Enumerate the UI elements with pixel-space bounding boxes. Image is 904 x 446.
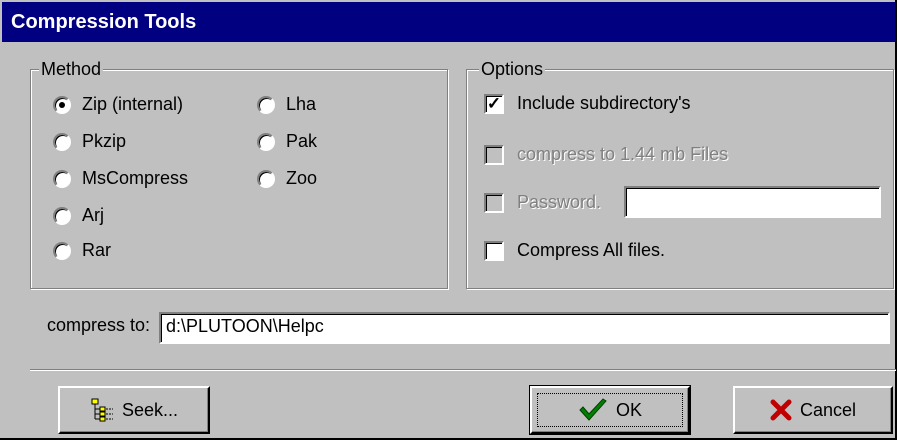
window-title: Compression Tools: [2, 2, 895, 42]
radio-button[interactable]: [257, 132, 275, 151]
radio-button[interactable]: [53, 169, 71, 188]
password-input[interactable]: [624, 186, 881, 218]
seek-button-label: Seek...: [121, 399, 179, 420]
checkbox-label: Include subdirectory's: [517, 93, 691, 113]
method-legend: Method: [39, 57, 104, 81]
checkbox-include-subdirectories[interactable]: ✓ Include subdirectory's: [484, 93, 691, 114]
radio-pkzip[interactable]: Pkzip: [53, 131, 126, 152]
radio-arj[interactable]: Arj: [53, 205, 104, 226]
radio-lha[interactable]: Lha: [257, 94, 316, 115]
compress-to-input[interactable]: d:\PLUTOON\Helpc: [159, 312, 890, 344]
checkbox-compress-all-files[interactable]: Compress All files.: [484, 240, 665, 261]
method-groupbox: Method Zip (internal) Pkzip MsCompress A…: [30, 57, 448, 289]
checkbox-unchecked[interactable]: [484, 240, 504, 261]
radio-rar[interactable]: Rar: [53, 240, 111, 261]
ok-button[interactable]: OK: [529, 385, 691, 435]
radio-label: MsCompress: [82, 168, 189, 188]
radio-label: Zoo: [286, 168, 318, 188]
radio-button[interactable]: [257, 95, 275, 114]
compression-tools-window: Compression Tools Method Zip (internal) …: [0, 0, 897, 440]
options-groupbox: Options ✓ Include subdirectory's compres…: [466, 57, 894, 289]
checkbox-compress-144mb: compress to 1.44 mb Files: [484, 144, 728, 165]
checkbox-checked[interactable]: ✓: [484, 93, 504, 114]
radio-label: Zip (internal): [82, 94, 184, 114]
checkbox-disabled: [484, 144, 504, 165]
options-legend: Options: [479, 57, 546, 81]
radio-button[interactable]: [53, 206, 71, 225]
radio-label: Lha: [286, 94, 317, 114]
tree-icon: [90, 397, 114, 423]
radio-label: Rar: [82, 240, 112, 260]
radio-button[interactable]: [53, 132, 71, 151]
checkbox-disabled: [484, 192, 504, 213]
radio-button[interactable]: [257, 169, 275, 188]
radio-zoo[interactable]: Zoo: [257, 168, 317, 189]
radio-mscompress[interactable]: MsCompress: [53, 168, 188, 189]
radio-label: Pkzip: [82, 131, 127, 151]
checkbox-label: compress to 1.44 mb Files: [517, 144, 729, 164]
red-x-icon: [770, 399, 792, 421]
radio-button[interactable]: [53, 241, 71, 260]
radio-button-checked[interactable]: [53, 95, 71, 114]
compress-to-label: compress to:: [47, 315, 151, 335]
cancel-button-label: Cancel: [799, 399, 857, 420]
cancel-button[interactable]: Cancel: [733, 386, 893, 434]
checkbox-label: Password.: [517, 192, 602, 212]
checkbox-label: Compress All files.: [517, 240, 666, 260]
radio-zip-internal[interactable]: Zip (internal): [53, 94, 183, 115]
separator: [30, 369, 896, 371]
seek-button[interactable]: Seek...: [58, 386, 210, 434]
focus-rectangle: [537, 393, 683, 427]
checkbox-password: Password.: [484, 192, 601, 213]
radio-label: Arj: [82, 205, 104, 225]
radio-pak[interactable]: Pak: [257, 131, 317, 152]
radio-label: Pak: [286, 131, 318, 151]
